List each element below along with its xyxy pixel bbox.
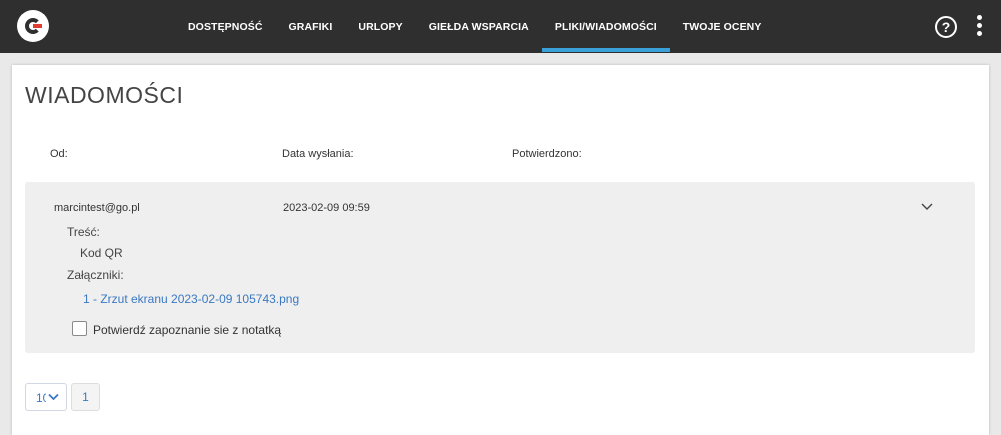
more-vertical-icon[interactable]: [975, 15, 983, 39]
confirm-checkbox[interactable]: [72, 321, 87, 336]
pagination-page-button[interactable]: 1: [71, 383, 100, 411]
message-sender: marcintest@go.pl: [54, 202, 140, 214]
app-logo[interactable]: [17, 10, 49, 42]
page-title: WIADOMOŚCI: [25, 82, 184, 108]
nav-item-gielda-wsparcia[interactable]: GIEŁDA WSPARCIA: [416, 0, 542, 53]
nav-item-pliki-wiadomosci[interactable]: PLIKI/WIADOMOŚCI: [541, 0, 670, 53]
top-navbar: DOSTĘPNOŚĆ GRAFIKI URLOPY GIEŁDA WSPARCI…: [0, 0, 1001, 53]
message-content: Kod QR: [80, 246, 123, 260]
attachments-label: Załączniki:: [67, 268, 124, 282]
help-icon[interactable]: ?: [935, 16, 957, 38]
page-size-value: 10: [36, 391, 46, 405]
confirm-checkbox-label[interactable]: Potwierdź zapoznanie sie z notatką: [93, 323, 281, 337]
messages-card: WIADOMOŚCI Od: Data wysłania: Potwierdzo…: [12, 65, 989, 435]
column-header-from: Od:: [50, 148, 68, 160]
attachment-link[interactable]: 1 - Zrzut ekranu 2023-02-09 105743.png: [83, 292, 299, 306]
nav-item-twoje-oceny[interactable]: TWOJE OCENY: [670, 0, 775, 53]
nav-item-dostepnosc[interactable]: DOSTĘPNOŚĆ: [175, 0, 276, 53]
main-nav: DOSTĘPNOŚĆ GRAFIKI URLOPY GIEŁDA WSPARCI…: [175, 0, 774, 53]
message-sent-date: 2023-02-09 09:59: [283, 202, 370, 214]
nav-item-urlopy[interactable]: URLOPY: [345, 0, 415, 53]
column-header-sent-date: Data wysłania:: [282, 148, 354, 160]
chevron-down-icon[interactable]: [921, 200, 933, 212]
chevron-down-icon: [48, 393, 59, 401]
page-size-select[interactable]: 10: [25, 383, 67, 411]
column-header-confirmed: Potwierdzono:: [512, 148, 582, 160]
nav-item-grafiki[interactable]: GRAFIKI: [276, 0, 346, 53]
content-label: Treść:: [67, 225, 100, 239]
message-row[interactable]: marcintest@go.pl 2023-02-09 09:59 Treść:…: [25, 182, 975, 353]
